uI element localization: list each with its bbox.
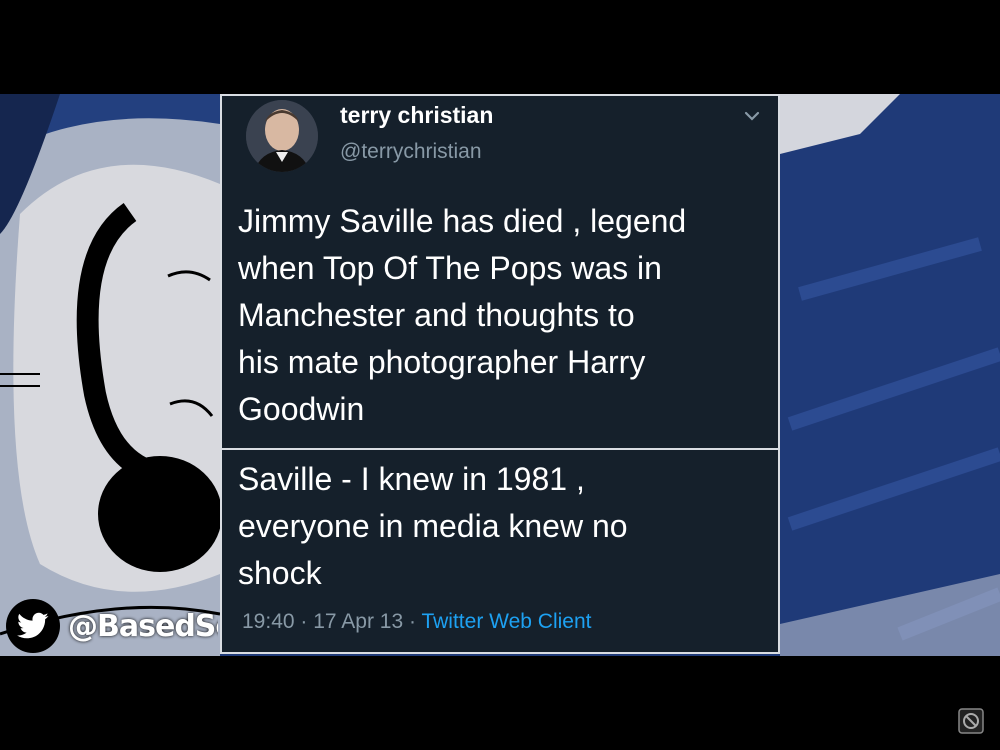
watermark: @BasedScot [6, 599, 218, 653]
tweet-client[interactable]: Twitter Web Client [421, 610, 591, 633]
meta-separator: · [409, 610, 416, 633]
reply-text: Saville - I knew in 1981 , everyone in m… [238, 461, 628, 591]
tweet-meta: 19:40 · 17 Apr 13 · Twitter Web Client [242, 610, 591, 634]
tweet-date[interactable]: 17 Apr 13 [313, 610, 403, 633]
avatar[interactable] [246, 100, 318, 172]
avatar-photo [246, 100, 318, 172]
tweet-text: Jimmy Saville has died , legend when Top… [238, 203, 687, 427]
watermark-clip: @BasedScot [0, 0, 218, 750]
tweet-main: terry christian @terrychristian Jimmy Sa… [222, 96, 778, 450]
user-handle[interactable]: @terrychristian [340, 140, 482, 164]
meta-separator: · [300, 610, 308, 633]
watermark-text: @BasedScot [68, 608, 218, 644]
tweet-reply: Saville - I knew in 1981 , everyone in m… [222, 450, 778, 652]
chevron-down-icon[interactable] [742, 106, 762, 126]
tweet-time[interactable]: 19:40 [242, 610, 295, 633]
tweet-card: terry christian @terrychristian Jimmy Sa… [220, 94, 780, 654]
channel-logo-icon[interactable] [958, 708, 984, 734]
display-name[interactable]: terry christian [340, 102, 493, 129]
twitter-bird-icon [6, 599, 60, 653]
